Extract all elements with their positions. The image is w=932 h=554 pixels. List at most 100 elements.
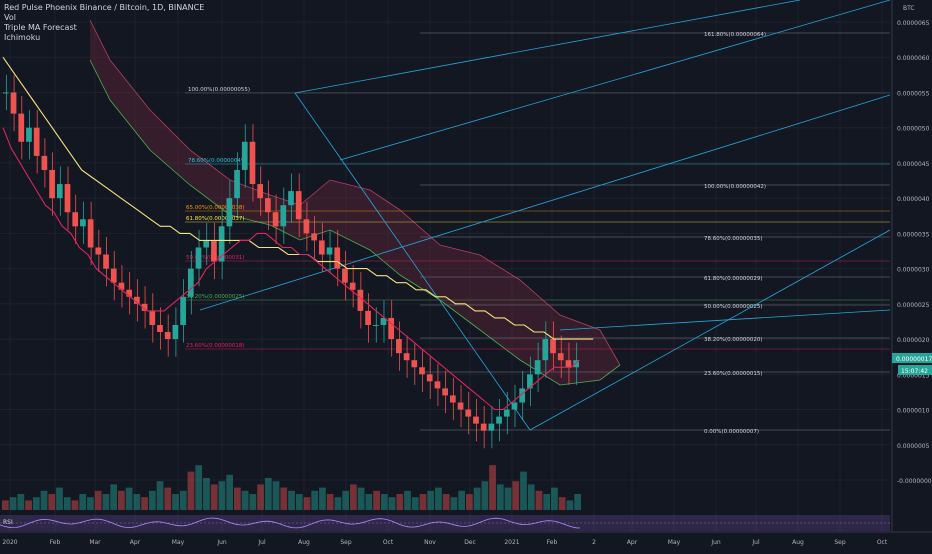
candle-body: [3, 92, 9, 94]
candle-body: [172, 324, 179, 340]
indicator-ichimoku[interactable]: Ichimoku: [4, 33, 204, 43]
x-tick-label: Jul: [257, 539, 266, 546]
candle-body: [542, 339, 549, 361]
volume-bar: [450, 497, 458, 510]
candle-body: [565, 360, 572, 368]
indicator-vol[interactable]: Vol: [4, 13, 204, 23]
candle-body: [110, 268, 117, 283]
candle-body: [288, 191, 294, 206]
x-tick-label: Sep: [340, 539, 352, 546]
candle-body: [149, 310, 156, 325]
volume-bar: [288, 490, 295, 510]
candle-body: [241, 141, 248, 170]
candle-body: [357, 289, 364, 311]
volume-bar: [264, 478, 272, 510]
candle-body: [442, 388, 448, 396]
volume-bar: [125, 487, 133, 510]
indicator-triple-ma[interactable]: Triple MA Forecast: [4, 23, 204, 33]
candle-body: [33, 127, 40, 156]
volume-bar: [295, 494, 303, 510]
candle-body: [557, 353, 564, 361]
x-tick-label: Oct: [877, 539, 888, 546]
volume-bar: [25, 500, 32, 510]
candle-body: [534, 360, 541, 375]
volume-bar: [63, 497, 71, 510]
candle-body: [457, 402, 464, 410]
candle-body: [18, 113, 25, 142]
volume-bar: [334, 497, 342, 510]
candle-body: [226, 198, 233, 227]
volume-bar: [195, 465, 203, 510]
candle-body: [103, 254, 109, 269]
volume-bar: [442, 494, 450, 510]
candle-body: [511, 402, 518, 410]
candle-body: [372, 324, 379, 326]
candle-body: [480, 423, 487, 431]
candle-body: [295, 191, 302, 220]
volume-bar: [373, 490, 380, 510]
candle-body: [10, 92, 17, 114]
candle-body: [334, 247, 341, 269]
volume-bar: [272, 481, 280, 510]
volume-bar: [496, 484, 504, 510]
price-axis[interactable]: 0.0000065 0.0000060 0.0000055 0.0000050 0.00…: [891, 0, 932, 550]
volume-bar: [87, 497, 94, 510]
volume-bar: [427, 490, 435, 510]
candle-body: [118, 282, 125, 290]
volume-bar: [172, 494, 179, 510]
volume-bar: [481, 481, 489, 510]
volume-bar: [404, 490, 411, 510]
volume-bar: [133, 494, 141, 510]
fib-right-label: 23.60%(0.00000015): [704, 371, 763, 377]
volume-bar: [102, 494, 110, 510]
volume-bar: [110, 484, 117, 510]
volume-bar: [319, 487, 326, 510]
candle-body: [349, 282, 356, 290]
time-axis[interactable]: 2020 Feb Mar Apr May Jun Jul Aug Sep Oct Nov Dec 202…: [0, 531, 932, 550]
currency-label: BTC: [903, 5, 915, 12]
price-chart[interactable]: 100.00%(0.00000055)78.60%(0.00000045)65.…: [0, 0, 932, 550]
y-tick-label: 0.0000055: [897, 90, 930, 97]
x-tick-label: Mar: [89, 539, 101, 546]
volume-bar: [56, 487, 63, 510]
candle-body: [496, 416, 502, 424]
x-tick-label: Aug: [792, 539, 804, 546]
volume-bar: [411, 497, 419, 510]
x-tick-label: Feb: [50, 539, 61, 546]
y-tick-label: 0.0000005: [897, 443, 930, 450]
volume-bar: [473, 487, 481, 510]
candle-body: [187, 268, 194, 297]
volume-bar: [187, 471, 195, 510]
volume-bar: [218, 481, 226, 510]
candle-body: [503, 409, 510, 417]
y-tick-label: 0.0000025: [897, 302, 930, 309]
y-tick-label: 0.0000035: [897, 231, 930, 238]
candle-body: [195, 247, 202, 269]
volume-bar: [94, 490, 102, 510]
candle-body: [95, 247, 102, 255]
x-tick-label: 2020: [2, 539, 17, 546]
volume-bar: [543, 494, 551, 510]
x-tick-label: May: [668, 539, 681, 546]
symbol-title[interactable]: Red Pulse Phoenix Binance / Bitcoin, 1D,…: [4, 3, 204, 13]
countdown-label: 15:07:42: [901, 368, 928, 375]
candle-body: [411, 360, 418, 368]
y-tick-label: -0.0000000: [897, 478, 932, 485]
candle-body: [265, 198, 271, 213]
candle-body: [72, 212, 79, 227]
x-tick-label: Sep: [834, 539, 846, 546]
candle-body: [234, 169, 240, 199]
candle-body: [80, 219, 86, 227]
x-tick-label: Apr: [130, 539, 141, 546]
x-tick-label: Oct: [383, 539, 394, 546]
candle-body: [249, 141, 256, 185]
volume-bar: [210, 484, 218, 510]
x-tick-label: Jul: [751, 539, 760, 546]
volume-bar: [164, 487, 172, 510]
volume-bar: [303, 497, 311, 510]
volume-bar: [257, 484, 264, 510]
x-tick-label: Jun: [216, 539, 227, 546]
candle-body: [488, 423, 495, 431]
x-tick-label: Jun: [710, 539, 721, 546]
volume-bar: [558, 497, 566, 510]
